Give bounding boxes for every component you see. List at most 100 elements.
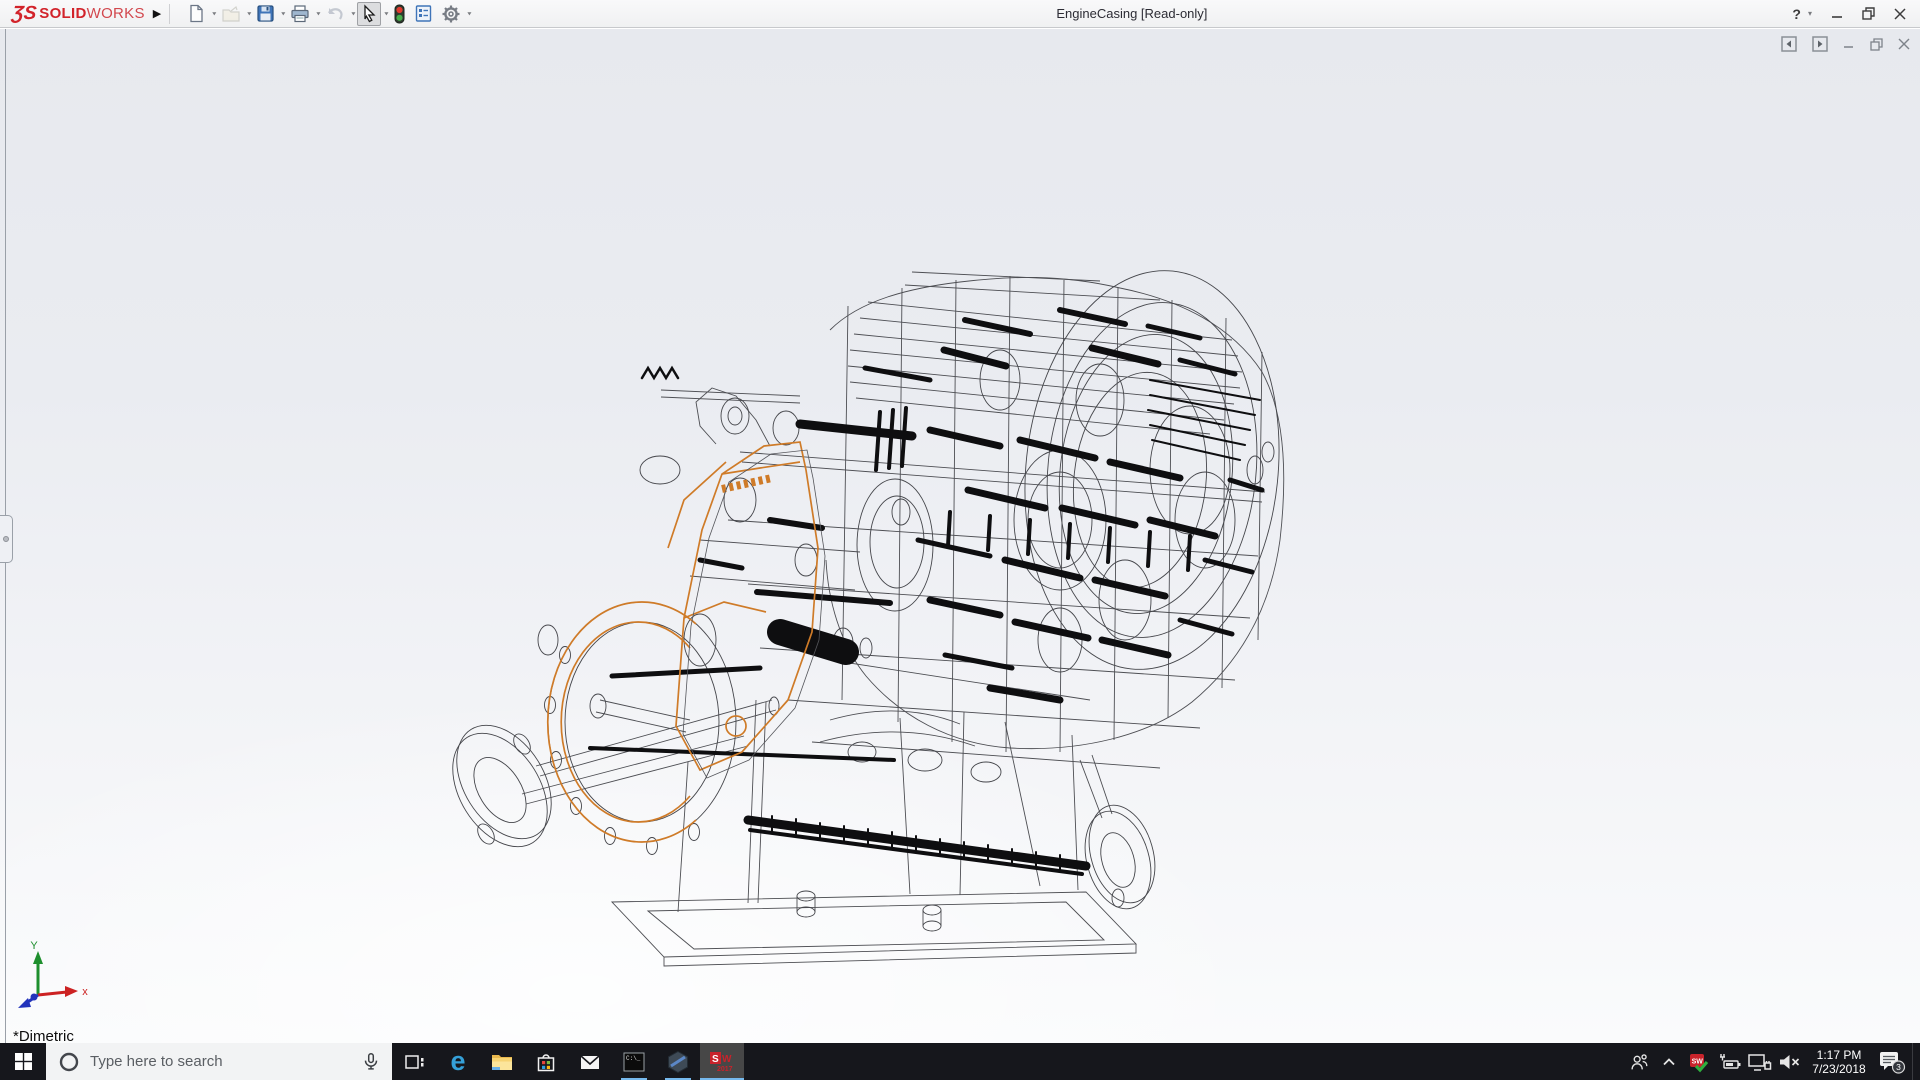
people-icon xyxy=(1628,1051,1650,1073)
solidworks-resource-monitor[interactable]: SW xyxy=(1686,1051,1712,1073)
triad-y-arrow-icon xyxy=(33,951,43,964)
help-button[interactable]: ? xyxy=(1792,6,1801,22)
new-document-button[interactable] xyxy=(184,2,209,26)
people-button[interactable] xyxy=(1626,1051,1652,1073)
search-input[interactable] xyxy=(90,1053,360,1070)
options-dropdown-caret[interactable]: ▾ xyxy=(467,10,471,17)
clock[interactable]: 1:17 PM 7/23/2018 xyxy=(1806,1048,1872,1076)
battery-plug-icon xyxy=(1716,1050,1742,1074)
svg-text:SW: SW xyxy=(1692,1058,1704,1065)
svg-text:C:\_: C:\_ xyxy=(626,1055,641,1062)
taskbar-app-solidworks[interactable]: SW2017 xyxy=(700,1043,744,1080)
action-center-icon: 3 xyxy=(1877,1048,1907,1076)
taskbar-app-hexagon[interactable] xyxy=(656,1043,700,1080)
tray-date: 7/23/2018 xyxy=(1808,1062,1870,1076)
solidworks-logo: ƷS SOLIDWORKS xyxy=(0,3,151,25)
rebuild-button[interactable] xyxy=(390,2,409,26)
print-button[interactable] xyxy=(287,2,313,26)
volume-button[interactable] xyxy=(1776,1051,1802,1073)
collapse-pane-right-button[interactable] xyxy=(1812,36,1828,52)
file-properties-icon xyxy=(414,4,433,23)
close-button[interactable] xyxy=(1894,8,1906,20)
task-view-icon xyxy=(403,1052,425,1072)
ethernet-network-icon xyxy=(1747,1051,1772,1073)
doc-restore-button[interactable] xyxy=(1870,38,1883,51)
save-button[interactable] xyxy=(253,2,278,26)
hexagon-app-icon xyxy=(666,1050,690,1074)
select-cursor-icon xyxy=(360,4,378,23)
options-button[interactable] xyxy=(438,2,464,26)
print-icon xyxy=(290,4,310,23)
undo-dropdown-caret[interactable]: ▾ xyxy=(351,10,355,17)
doc-close-button[interactable] xyxy=(1898,38,1910,50)
show-desktop-button[interactable] xyxy=(1912,1043,1918,1080)
windows-taskbar: e C:\_ SW2017 SW xyxy=(0,1043,1920,1080)
engine-casing-wireframe-model[interactable] xyxy=(0,29,1920,1043)
edge-icon: e xyxy=(450,1048,465,1075)
minimize-button[interactable] xyxy=(1831,8,1843,20)
tray-time: 1:17 PM xyxy=(1808,1048,1870,1062)
doc-minimize-button[interactable] xyxy=(1843,38,1855,50)
help-dropdown-caret[interactable]: ▾ xyxy=(1808,9,1812,18)
network-status-button[interactable] xyxy=(1746,1051,1772,1073)
open-icon xyxy=(221,4,241,23)
view-orientation-label: *Dimetric xyxy=(13,1028,74,1043)
notification-badge: 3 xyxy=(1896,1062,1901,1072)
select-tool-button[interactable] xyxy=(357,2,381,26)
sw-resource-monitor-icon: SW xyxy=(1688,1051,1710,1073)
file-properties-button[interactable] xyxy=(411,2,436,26)
volume-muted-icon xyxy=(1777,1051,1802,1073)
store-icon xyxy=(534,1050,558,1074)
cortana-circle-icon xyxy=(58,1051,80,1073)
mail-icon xyxy=(578,1052,602,1072)
windows-logo-icon xyxy=(15,1053,32,1070)
save-dropdown-caret[interactable]: ▾ xyxy=(281,10,285,17)
graphics-viewport[interactable]: Y x *Dimetric xyxy=(0,29,1920,1043)
action-center-button[interactable]: 3 xyxy=(1876,1048,1908,1076)
power-status-button[interactable] xyxy=(1716,1050,1742,1074)
tray-overflow-button[interactable] xyxy=(1656,1053,1682,1071)
window-controls: ? ▾ xyxy=(1792,6,1920,22)
restore-button[interactable] xyxy=(1862,7,1875,20)
collapse-pane-left-button[interactable] xyxy=(1781,36,1797,52)
triad-y-label: Y xyxy=(30,940,38,952)
task-view-button[interactable] xyxy=(392,1043,436,1080)
quick-access-toolbar: ▾ ▾ ▾ ▾ ▾ ▾ ▾ xyxy=(184,2,471,26)
system-tray: SW 1:17 PM 7/23/2018 3 xyxy=(1626,1043,1920,1080)
rebuild-traffic-light-icon xyxy=(393,4,406,24)
feature-tree-splitter-handle[interactable] xyxy=(0,515,13,563)
chevron-up-icon xyxy=(1660,1053,1678,1071)
taskbar-app-command-prompt[interactable]: C:\_ xyxy=(612,1043,656,1080)
open-button[interactable] xyxy=(218,2,244,26)
open-dropdown-caret[interactable]: ▾ xyxy=(247,10,251,17)
svg-text:S: S xyxy=(712,1054,719,1065)
orientation-triad: Y x xyxy=(10,937,94,1013)
brand-text-works: WORKS xyxy=(87,5,145,22)
taskbar-app-edge[interactable]: e xyxy=(436,1043,480,1080)
brand-text-solid: SOLID xyxy=(39,5,86,22)
file-explorer-icon xyxy=(490,1051,514,1073)
command-prompt-icon: C:\_ xyxy=(622,1051,646,1073)
document-title: EngineCasing [Read-only] xyxy=(471,6,1792,21)
undo-icon xyxy=(325,4,345,23)
dassault-3ds-logo-icon: ƷS xyxy=(11,3,38,25)
undo-button[interactable] xyxy=(322,2,348,26)
toolbar-separator xyxy=(169,4,170,24)
new-dropdown-caret[interactable]: ▾ xyxy=(212,10,216,17)
microphone-icon[interactable] xyxy=(360,1051,382,1073)
taskbar-search[interactable] xyxy=(46,1043,392,1080)
menu-flyout-arrow-icon[interactable]: ▶ xyxy=(153,7,161,20)
select-dropdown-caret[interactable]: ▾ xyxy=(384,10,388,17)
document-window-controls xyxy=(1781,36,1910,52)
options-gear-icon xyxy=(441,4,461,24)
taskbar-app-mail[interactable] xyxy=(568,1043,612,1080)
splitter-grip-dot xyxy=(3,536,9,542)
new-document-icon xyxy=(187,4,206,23)
titlebar: ƷS SOLIDWORKS ▶ ▾ ▾ ▾ ▾ ▾ ▾ ▾ En xyxy=(0,0,1920,28)
triad-x-arrow-icon xyxy=(65,986,78,997)
taskbar-app-file-explorer[interactable] xyxy=(480,1043,524,1080)
svg-text:W: W xyxy=(722,1054,732,1065)
taskbar-app-store[interactable] xyxy=(524,1043,568,1080)
print-dropdown-caret[interactable]: ▾ xyxy=(316,10,320,17)
start-button[interactable] xyxy=(0,1043,46,1080)
